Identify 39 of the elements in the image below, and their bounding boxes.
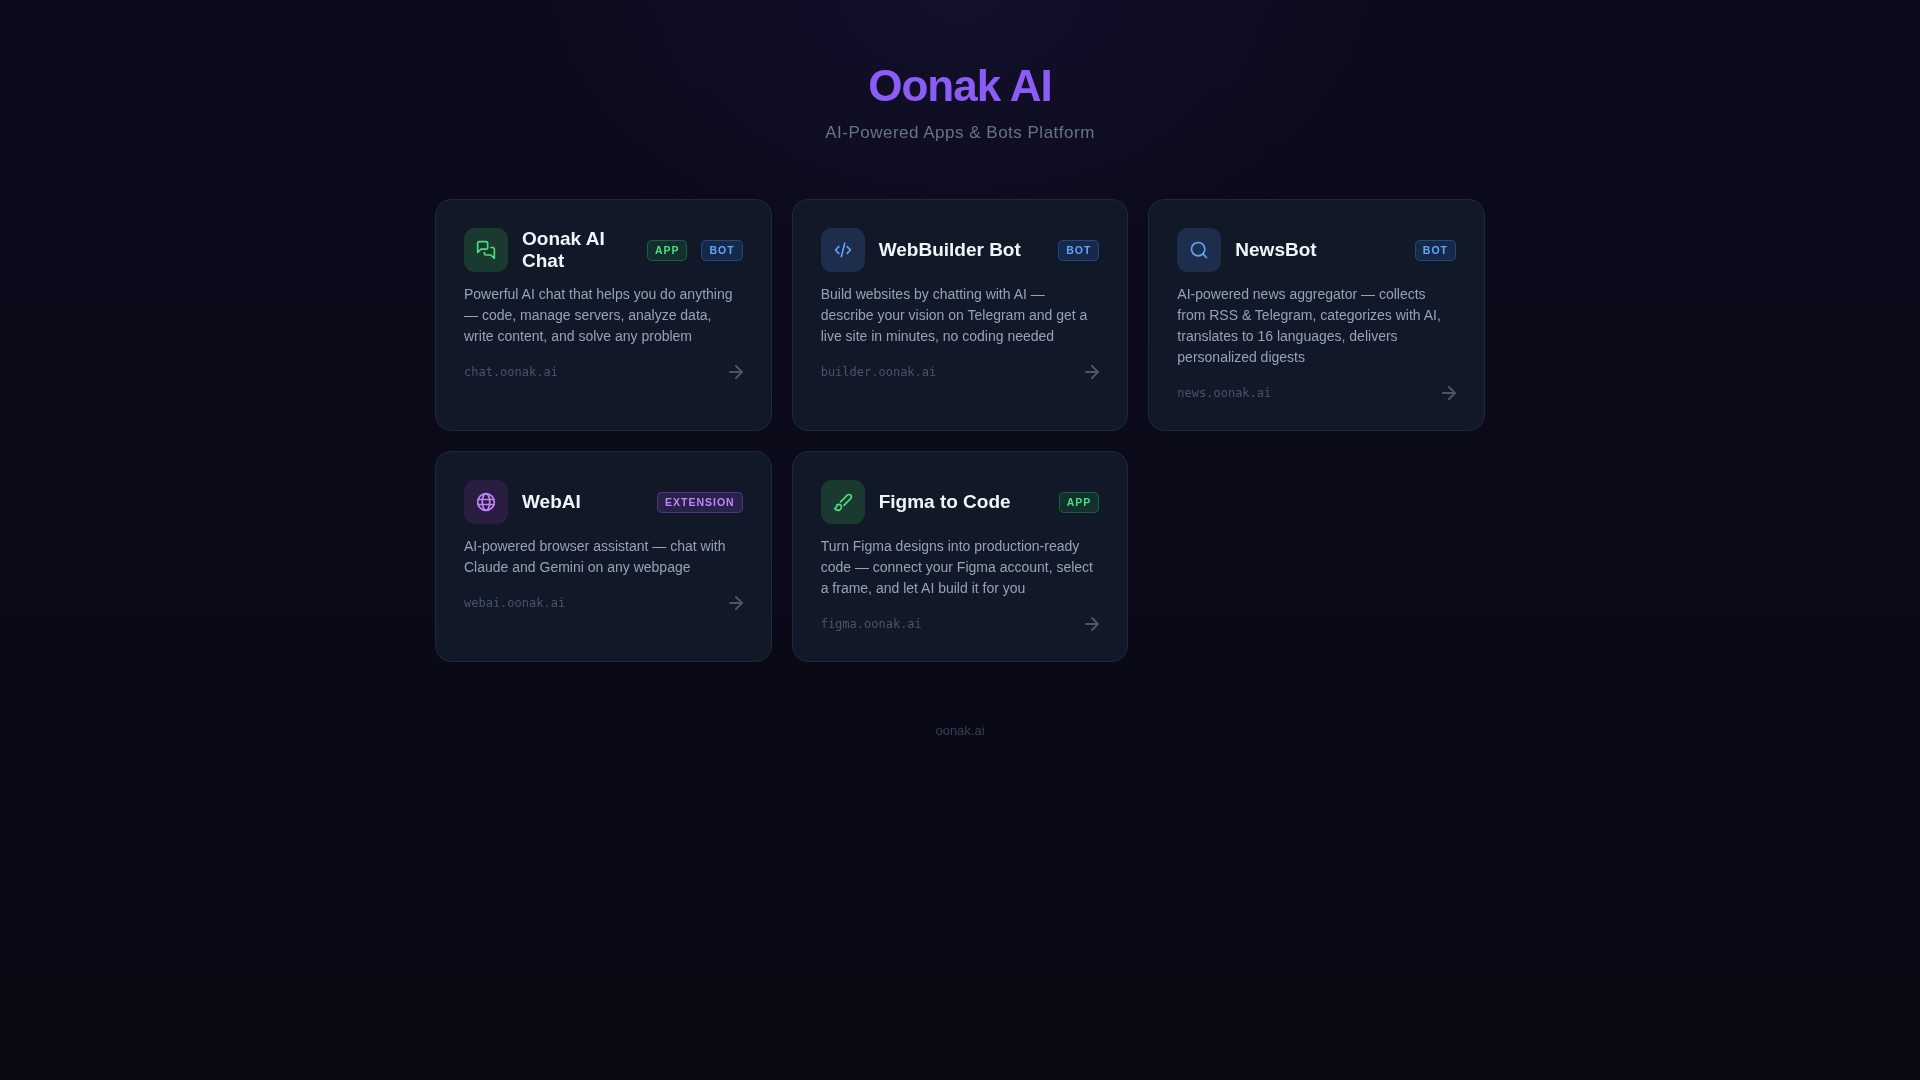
paintbrush-icon (820, 480, 865, 524)
footer-text: oonak.ai (935, 722, 985, 740)
card-title: WebBuilder Bot (878, 239, 1022, 261)
arrow-right-icon (728, 365, 743, 379)
product-card[interactable]: NewsBot BOT AI-powered news aggregator — collects from RSS & Telegram, categorizes with AI, translates to 16 languages, delivers personalized digests news.oonak.ai (1148, 199, 1485, 431)
card-description: Powerful AI chat that helps you do anything — code, manage servers, analyze data, write content, and solve any problem (464, 285, 734, 346)
type-badge: BOT (1414, 239, 1456, 261)
product-card[interactable]: WebBuilder Bot BOT Build websites by chatting with AI — describe your vision on Telegram and get a live site in minutes, no coding needed builder.oonak.ai (791, 199, 1129, 431)
card-url: chat.oonak.ai (464, 364, 558, 381)
arrow-right-icon (1085, 617, 1100, 631)
product-card[interactable]: Figma to Code APP Turn Figma designs into production-ready code — connect your Figma account, select a frame, and let AI build it for you figma.oonak.ai (791, 451, 1129, 662)
card-title: Oonak AI Chat (522, 228, 606, 272)
type-badge: APP (646, 239, 688, 261)
type-badge: EXTENSION (656, 491, 743, 513)
card-url: figma.oonak.ai (820, 616, 922, 633)
arrow-right-icon (1085, 365, 1100, 379)
card-description: Turn Figma designs into production-ready code — connect your Figma account, select a frame, and let AI build it for you (820, 537, 1094, 598)
card-url: webai.oonak.ai (464, 595, 566, 612)
product-card[interactable]: Oonak AI Chat APP BOT Powerful AI chat that helps you do anything — code, manage servers, analyze data, write content, and solve any problem chat.oonak.ai (435, 199, 772, 431)
type-badge: APP (1058, 491, 1100, 513)
chat-bubbles-icon (464, 228, 508, 272)
arrow-right-icon (1442, 386, 1456, 400)
search-icon (1177, 228, 1222, 272)
card-description: AI-powered news aggregator — collects from RSS & Telegram, categorizes with AI, translates to 16 languages, delivers personalized digests (1177, 285, 1442, 367)
product-card[interactable]: WebAI EXTENSION AI-powered browser assistant — chat with Claude and Gemini on any webpage webai.oonak.ai (435, 451, 772, 662)
card-title: WebAI (522, 491, 582, 513)
card-url: builder.oonak.ai (820, 364, 937, 381)
card-description: Build websites by chatting with AI — describe your vision on Telegram and get a live site in minutes, no coding needed (820, 285, 1089, 346)
globe-icon (464, 480, 508, 524)
page-title: Oonak AI (868, 60, 1052, 112)
page-subtitle: AI-Powered Apps & Bots Platform (825, 122, 1095, 144)
arrow-right-icon (728, 596, 743, 610)
code-icon (820, 228, 865, 272)
card-title: NewsBot (1235, 239, 1318, 261)
card-url: news.oonak.ai (1177, 385, 1272, 402)
type-badge: BOT (701, 239, 743, 261)
type-badge: BOT (1058, 239, 1100, 261)
card-description: AI-powered browser assistant — chat with Claude and Gemini on any webpage (464, 537, 727, 577)
card-title: Figma to Code (878, 491, 1012, 513)
